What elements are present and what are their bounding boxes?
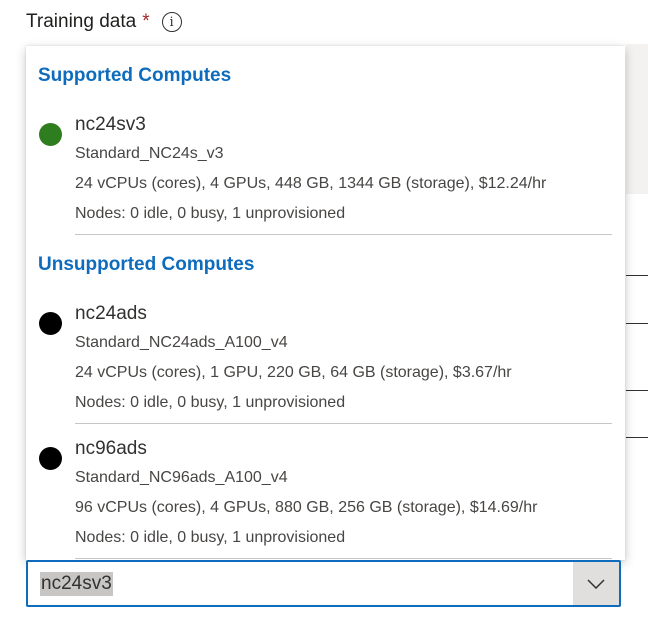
compute-specs: 24 vCPUs (cores), 1 GPU, 220 GB, 64 GB (… <box>75 364 512 381</box>
compute-specs: 96 vCPUs (cores), 4 GPUs, 880 GB, 256 GB… <box>75 499 538 516</box>
compute-option-nc24ads[interactable]: nc24ads Standard_NC24ads_A100_v4 24 vCPU… <box>26 301 625 415</box>
compute-nodes: Nodes: 0 idle, 0 busy, 1 unprovisioned <box>75 529 346 546</box>
compute-specs: 24 vCPUs (cores), 4 GPUs, 448 GB, 1344 G… <box>75 175 547 192</box>
status-dot-icon <box>39 123 62 146</box>
option-divider <box>75 558 612 559</box>
field-label-text: Training data <box>26 11 137 32</box>
compute-name: nc24sv3 <box>75 114 146 135</box>
status-dot-icon <box>39 447 62 470</box>
selected-compute-value: nc24sv3 <box>40 572 113 596</box>
info-icon[interactable]: i <box>161 12 182 32</box>
compute-nodes: Nodes: 0 idle, 0 busy, 1 unprovisioned <box>75 205 346 222</box>
option-divider <box>75 423 612 424</box>
compute-sku: Standard_NC24s_v3 <box>75 145 224 162</box>
group-header-unsupported: Unsupported Computes <box>38 254 255 275</box>
background-divider <box>626 390 648 391</box>
background-divider <box>626 437 648 438</box>
chevron-down-icon[interactable] <box>573 562 619 605</box>
compute-name: nc24ads <box>75 303 147 324</box>
required-marker: * <box>142 11 150 32</box>
compute-option-nc96ads[interactable]: nc96ads Standard_NC96ads_A100_v4 96 vCPU… <box>26 436 625 550</box>
compute-name: nc96ads <box>75 438 147 459</box>
compute-select[interactable]: nc24sv3 <box>26 560 621 607</box>
background-panel <box>626 44 648 194</box>
background-divider <box>626 323 648 324</box>
compute-nodes: Nodes: 0 idle, 0 busy, 1 unprovisioned <box>75 394 346 411</box>
compute-dropdown-list: Supported Computes nc24sv3 Standard_NC24… <box>26 46 625 560</box>
background-divider <box>626 275 648 276</box>
option-divider <box>75 234 612 235</box>
compute-option-nc24sv3[interactable]: nc24sv3 Standard_NC24s_v3 24 vCPUs (core… <box>26 112 625 226</box>
compute-sku: Standard_NC96ads_A100_v4 <box>75 469 288 486</box>
group-header-supported: Supported Computes <box>38 65 232 86</box>
status-dot-icon <box>39 312 62 335</box>
training-data-label: Training data * i <box>26 8 182 36</box>
compute-sku: Standard_NC24ads_A100_v4 <box>75 334 288 351</box>
